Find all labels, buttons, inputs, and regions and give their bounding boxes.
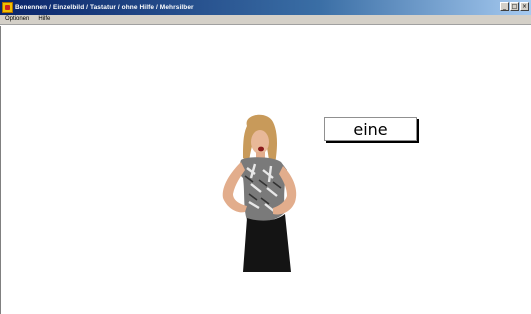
application-window: Benennen / Einzelbild / Tastatur / ohne … bbox=[0, 0, 531, 314]
menu-optionen[interactable]: Optionen bbox=[0, 15, 33, 24]
maximize-button[interactable]: □ bbox=[510, 2, 519, 11]
target-word: eine bbox=[353, 119, 388, 139]
window-title: Benennen / Einzelbild / Tastatur / ohne … bbox=[15, 4, 194, 11]
app-logo-icon[interactable] bbox=[2, 2, 13, 13]
menu-hilfe[interactable]: Hilfe bbox=[33, 15, 54, 24]
person-photo bbox=[222, 114, 297, 272]
title-bar[interactable]: Benennen / Einzelbild / Tastatur / ohne … bbox=[0, 0, 531, 15]
caption-buttons: _ □ × bbox=[500, 2, 529, 11]
menu-bar: Optionen Hilfe bbox=[0, 15, 531, 25]
word-card[interactable]: eine bbox=[324, 117, 417, 141]
exercise-area: eine bbox=[0, 26, 531, 314]
minimize-button[interactable]: _ bbox=[500, 2, 509, 11]
close-button[interactable]: × bbox=[520, 2, 529, 11]
